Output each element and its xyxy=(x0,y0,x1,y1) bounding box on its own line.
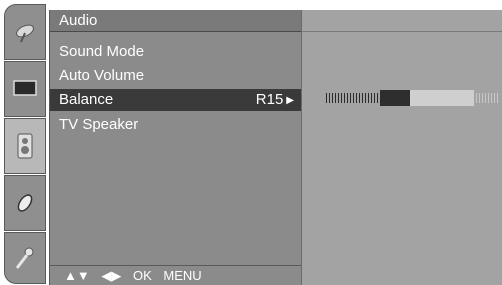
menu-item-auto-volume[interactable]: Auto Volume xyxy=(50,65,302,87)
menu-item-balance[interactable]: Balance R15 ▶ xyxy=(50,89,302,111)
balance-ticks-left xyxy=(326,93,380,103)
menu-item-label: Sound Mode xyxy=(59,43,145,60)
menu-title: Audio xyxy=(50,10,302,32)
time-icon xyxy=(17,194,33,212)
antenna-icon xyxy=(16,24,34,43)
balance-right-level xyxy=(410,90,474,106)
category-tab-time[interactable] xyxy=(4,175,46,231)
menu-item-sound-mode[interactable]: Sound Mode xyxy=(50,41,302,63)
ok-hint: OK xyxy=(132,268,152,283)
sub-panel-header xyxy=(302,10,502,32)
menu-item-label: Balance xyxy=(59,91,114,108)
balance-ticks-right xyxy=(476,93,498,103)
menu-item-label: TV Speaker xyxy=(59,116,139,133)
menu-footer-hints: ▲▼ ◀▶ OK MENU xyxy=(50,265,302,285)
menu-item-label: Auto Volume xyxy=(59,67,145,84)
nav-updown-icon: ▲▼ xyxy=(64,268,90,283)
balance-left-level xyxy=(380,90,410,106)
setup-icon xyxy=(15,247,34,269)
audio-menu-panel: Audio Sound Mode Auto Volume Balance R15… xyxy=(49,10,302,285)
balance-value: R15 ▶ xyxy=(255,91,294,108)
category-tab-audio[interactable] xyxy=(4,118,46,174)
category-tab-setup[interactable] xyxy=(4,232,46,284)
picture-icon xyxy=(13,80,37,96)
category-icon-column xyxy=(0,4,48,285)
speaker-icon xyxy=(17,133,33,159)
category-tab-station[interactable] xyxy=(4,4,46,60)
nav-leftright-icon: ◀▶ xyxy=(101,268,122,283)
balance-slider[interactable] xyxy=(326,90,498,106)
menu-item-tv-speaker[interactable]: TV Speaker xyxy=(50,114,302,136)
balance-adjust-panel xyxy=(301,10,502,285)
category-tab-picture[interactable] xyxy=(4,61,46,117)
menu-hint: MENU xyxy=(163,268,202,283)
arrow-right-icon: ▶ xyxy=(286,95,294,106)
